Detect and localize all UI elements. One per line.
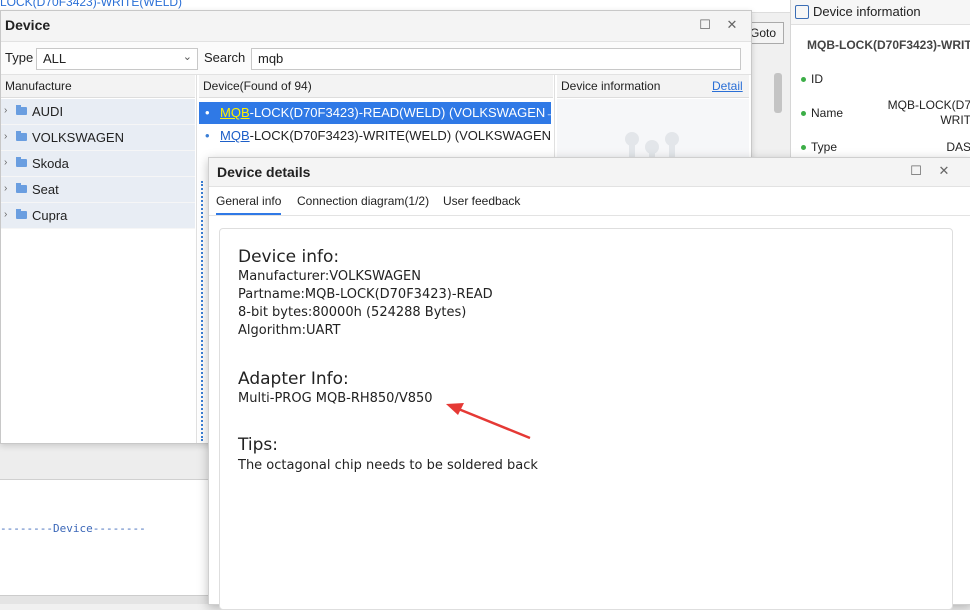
details-tabs: General info Connection diagram(1/2) Use… [209,187,970,216]
search-input-value: mqb [258,51,284,66]
chevron-right-icon: › [4,209,8,220]
close-icon[interactable]: ✕ [724,17,740,33]
type-select[interactable]: ALL ⌄ [36,48,198,70]
maximize-icon[interactable]: ☐ [697,17,713,33]
filter-bar: Type ALL ⌄ Search mqb [1,42,751,75]
folder-icon [16,209,27,219]
folder-icon [16,105,27,115]
folder-icon [16,131,27,141]
folder-icon [16,183,27,193]
chevron-right-icon: › [4,157,8,168]
type-select-value: ALL [43,51,67,66]
device-window-titlebar: Device ☐ ✕ [1,11,751,42]
manufacturer-item[interactable]: › VOLKSWAGEN [1,125,195,151]
device-window-title: Device [5,17,51,33]
annotation-arrow-icon [446,403,531,440]
chevron-down-icon: ⌄ [182,51,192,63]
tab-general-info[interactable]: General info [216,194,282,215]
manufacture-column-header: Manufacture [1,75,195,98]
tips-value: The octagonal chip needs to be soldered … [238,458,538,473]
manufacturer-item[interactable]: › Seat [1,177,195,203]
field-type-value: DAS [946,140,970,154]
adapter-info-value: Multi-PROG MQB-RH850/V850 [238,391,433,406]
device-information-title: Device information [813,4,921,19]
manufacturer-list: › AUDI › VOLKSWAGEN › Skoda › Seat › Cup… [1,99,195,229]
manufacturer-item[interactable]: › Skoda [1,151,195,177]
device-information-subtitle: MQB-LOCK(D70F3423)-WRIT [807,38,970,52]
close-icon[interactable]: ✕ [936,163,952,179]
tab-connection-diagram[interactable]: Connection diagram(1/2) [297,194,429,208]
device-details-titlebar: Device details ☐ ✕ [209,158,970,187]
detail-link[interactable]: Detail [712,79,743,93]
device-column-header: Device(Found of 94) [199,75,553,98]
background-lower-panel: --------Device-------- [0,440,210,604]
field-id-label: ID [801,72,823,86]
device-info-heading: Device info: [238,247,340,267]
field-name-value: MQB-LOCK(D7 WRIT [887,98,970,127]
search-label: Search [204,50,246,65]
background-lower-band [0,441,210,480]
device-details-dialog: Device details ☐ ✕ General info Connecti… [208,157,970,610]
tab-user-feedback[interactable]: User feedback [443,194,520,208]
general-info-content: Device info: Manufacturer:VOLKSWAGEN Par… [219,228,953,610]
chip-icon [795,5,809,19]
search-input[interactable]: mqb [251,48,741,70]
device-info-partname: Partname:MQB-LOCK(D70F3423)-READ [238,287,493,302]
scrollbar-thumb[interactable] [774,73,782,113]
maximize-icon[interactable]: ☐ [908,163,924,179]
chevron-right-icon: › [4,105,8,116]
device-info-bytes: 8-bit bytes:80000h (524288 Bytes) [238,305,467,320]
adapter-info-heading: Adapter Info: [238,369,349,389]
field-type-label: Type [801,140,837,154]
tips-heading: Tips: [238,435,278,455]
chevron-right-icon: › [4,183,8,194]
chevron-right-icon: › [4,131,8,142]
column-divider [196,75,197,443]
manufacturer-item[interactable]: › Cupra [1,203,195,229]
device-info-algorithm: Algorithm:UART [238,323,341,338]
type-label: Type [5,50,34,65]
background-title-text: LOCK(D70F3423)-WRITE(WELD) [0,0,183,9]
search-match: MQB [220,128,250,143]
device-list-item[interactable]: • MQB-LOCK(D70F3423)-WRITE(WELD) (VOLKSW… [199,125,551,147]
device-list-item-selected[interactable]: • MQB-LOCK(D70F3423)-READ(WELD) (VOLKSWA… [199,102,551,124]
search-match: MQB [220,105,250,120]
field-name-label: Name [801,106,843,120]
folder-icon [16,157,27,167]
device-details-title: Device details [217,164,311,180]
device-lower-label: --------Device-------- [0,522,146,535]
manufacturer-item[interactable]: › AUDI [1,99,195,125]
device-information-header: Device information [791,0,970,25]
device-info-manufacturer: Manufacturer:VOLKSWAGEN [238,269,421,284]
